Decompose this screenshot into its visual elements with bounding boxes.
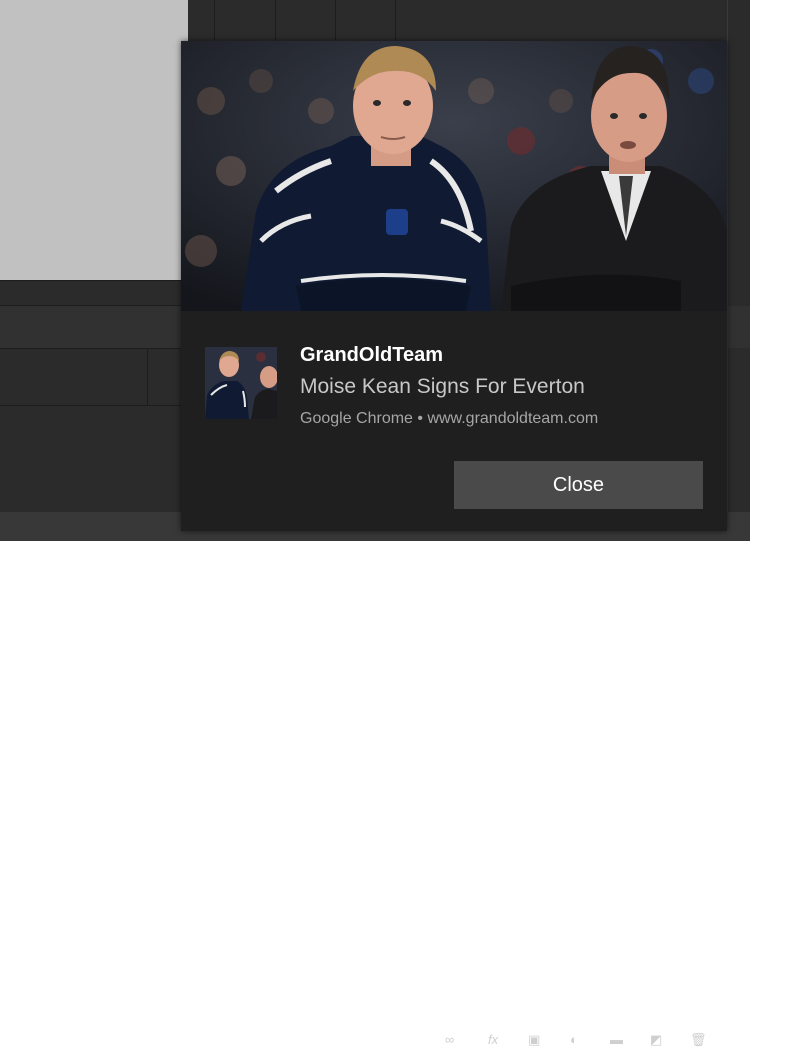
grid-line [147,348,148,406]
hero-image[interactable] [181,41,727,311]
toast-notification[interactable]: GrandOldTeam Moise Kean Signs For Everto… [181,41,727,531]
close-button[interactable]: Close [454,461,703,509]
grid-line [275,0,276,40]
desktop-edge [750,0,792,541]
grid-line [335,0,336,40]
trash-icon[interactable]: 🗑 [690,1032,707,1048]
grid-line [0,405,181,406]
app-thumbnail [205,347,277,419]
notification-title: GrandOldTeam [300,344,443,366]
function-icon[interactable]: fx [488,1032,498,1047]
notification-message: Moise Kean Signs For Everton [300,375,585,398]
canvas-area[interactable] [0,0,188,280]
grid-line [0,305,181,306]
grid-line [395,0,396,40]
grid-line [0,348,181,349]
notification-attribution: Google Chrome • www.grandoldteam.com [300,410,599,427]
image-icon[interactable]: ◩ [650,1032,662,1048]
table-icon[interactable]: ▬ [610,1032,623,1047]
grid-line [0,280,181,281]
grid-line [214,0,215,40]
scrollbar-track[interactable] [727,0,728,512]
toast-content[interactable]: GrandOldTeam Moise Kean Signs For Everto… [181,311,727,531]
chart-icon[interactable]: ▣ [528,1032,540,1048]
link-icon[interactable]: ∞ [445,1032,454,1047]
paint-icon[interactable]: ◐ [570,1032,578,1047]
